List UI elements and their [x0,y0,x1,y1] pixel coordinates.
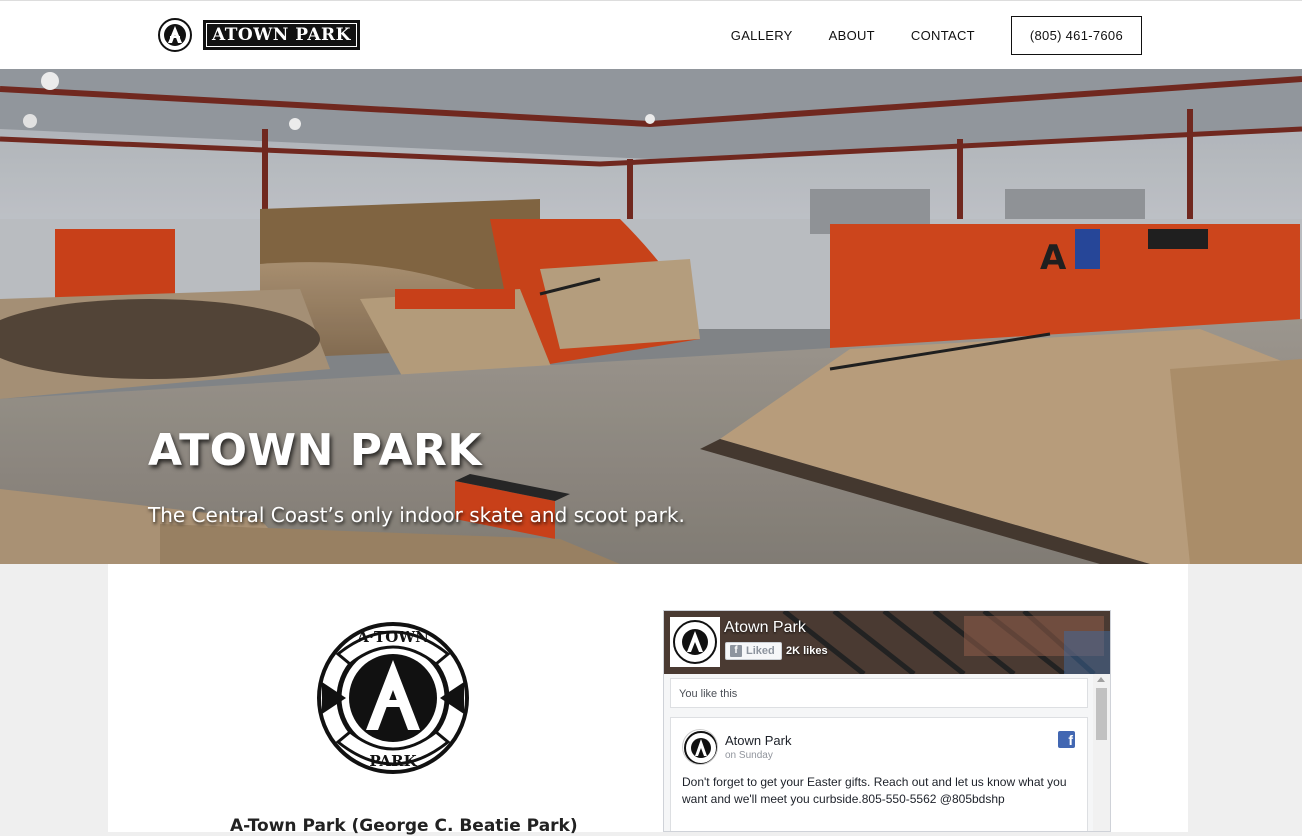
fb-liked-button[interactable]: f Liked [725,642,782,660]
fb-post-text: Don't forget to get your Easter gifts. R… [682,775,1067,806]
facebook-icon[interactable]: f [1058,731,1075,748]
nav-gallery[interactable]: GALLERY [731,28,793,43]
fb-post-avatar[interactable] [682,729,718,765]
nav-about[interactable]: ABOUT [829,28,875,43]
fb-page-avatar[interactable] [670,617,720,667]
nav-contact[interactable]: CONTACT [911,28,975,43]
scroll-thumb[interactable] [1096,688,1107,740]
fb-likes-count: 2K likes [786,645,828,657]
logo-wordmark: ATOWN PARK [203,20,360,50]
site-logo[interactable]: ATOWN PARK [158,16,360,54]
facebook-widget: Atown Park f Liked 2K likes You like thi… [663,610,1111,832]
hero-title: ATOWN PARK [148,425,482,476]
fb-you-like: You like this [670,678,1088,708]
phone-button[interactable]: (805) 461-7606 [1010,16,1142,55]
skatepark-photo: A [0,69,1302,564]
fb-scrollbar[interactable] [1093,674,1110,831]
fb-post-author[interactable]: Atown Park [725,733,791,748]
atown-emblem-icon: A·TOWN PARK [317,622,469,774]
fb-page-name[interactable]: Atown Park [724,619,806,637]
atown-emblem-icon [158,18,192,52]
scroll-up-arrow-icon[interactable] [1097,677,1105,682]
fb-post: Atown Park on Sunday f Don't forget to g… [670,717,1088,831]
hero-subtitle: The Central Coast’s only indoor skate an… [148,503,685,527]
main-nav: GALLERY ABOUT CONTACT (805) 461-7606 [731,16,1142,55]
park-name: A-Town Park (George C. Beatie Park) [230,816,578,836]
fb-post-time[interactable]: on Sunday [725,750,773,761]
hero-banner: A ATOWN PARK The Central Coast’s only in… [0,69,1302,564]
fb-cover-photo[interactable]: Atown Park f Liked 2K likes [664,611,1110,674]
site-header: ATOWN PARK GALLERY ABOUT CONTACT (805) 4… [0,0,1302,69]
fb-liked-label: Liked [746,645,775,657]
about-section: A·TOWN PARK A-Town Park (George C. Beati… [108,564,1188,836]
emblem-top-text: A·TOWN [356,628,429,646]
facebook-icon: f [730,645,742,657]
emblem-bottom-text: PARK [369,752,417,770]
